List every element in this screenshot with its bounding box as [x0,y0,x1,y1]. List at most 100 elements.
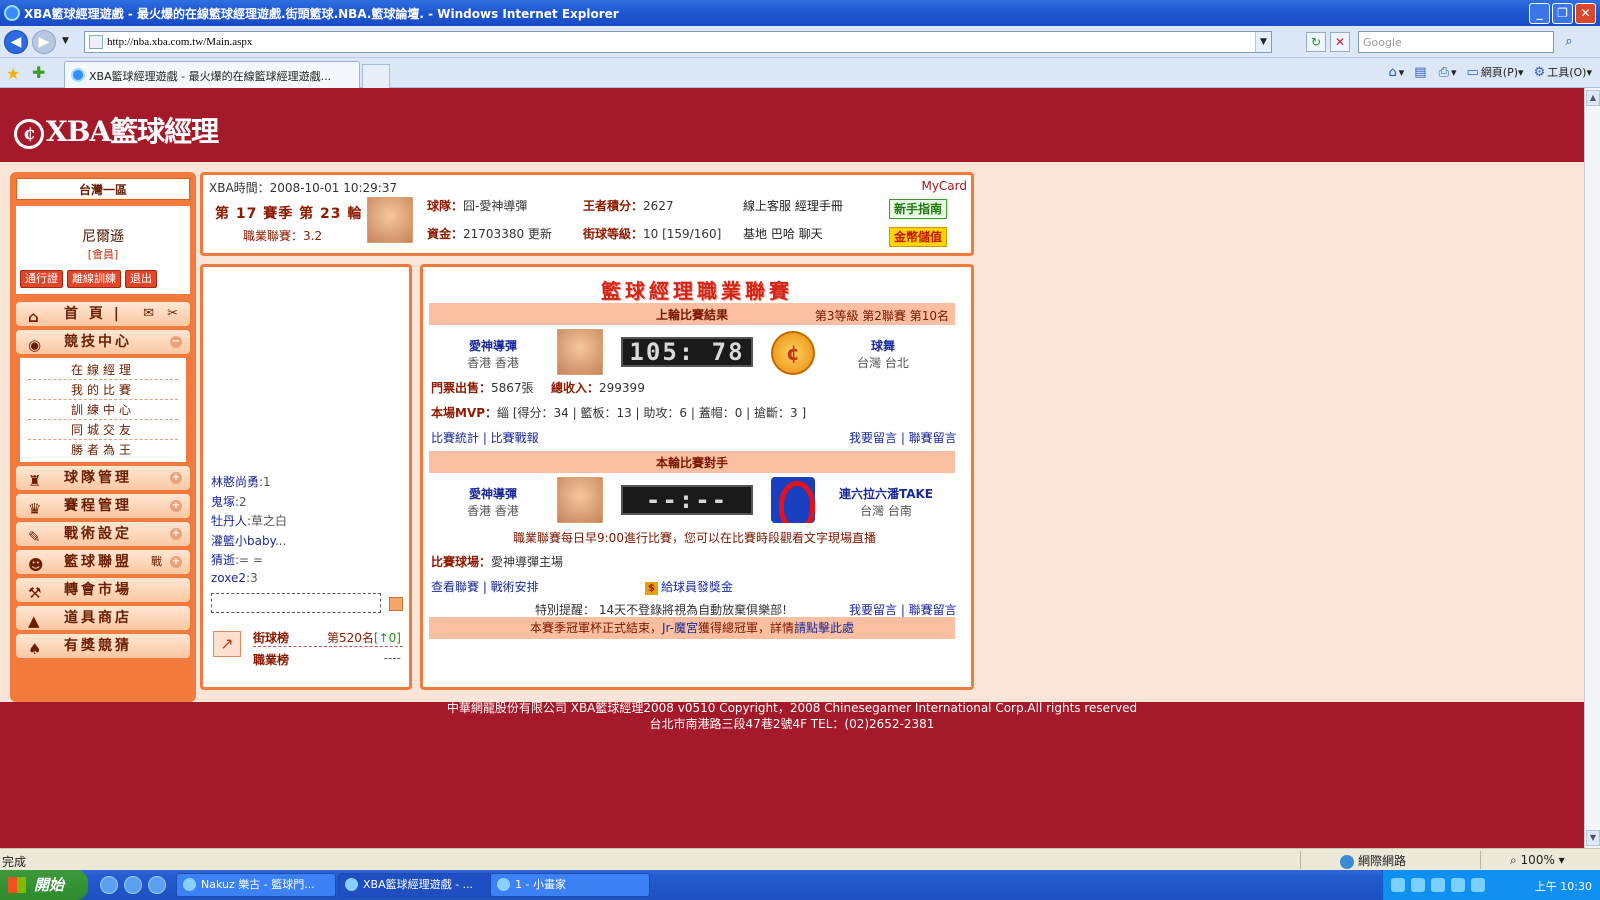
tray-icon[interactable] [1451,878,1465,892]
tools-menu[interactable]: ⚙ 工具(O)▾ [1534,64,1592,80]
refresh-button[interactable]: ↻ [1306,32,1326,52]
menu-tactics[interactable]: ✎ 戰術設定 + [16,522,190,546]
king-points: 王者積分：2627 [583,199,674,213]
collapse-icon[interactable]: − [170,336,182,348]
search-input[interactable]: Google [1358,31,1554,53]
chat-send-icon[interactable] [389,597,403,611]
task-paint[interactable]: 1 - 小畫家 [490,873,650,897]
details-link[interactable]: 請點擊此處 [794,621,854,635]
new-tab-button[interactable] [362,64,390,88]
next-home-team[interactable]: 愛神導彈 香港 香港 [453,485,533,519]
expand-icon[interactable]: + [170,472,182,484]
submenu-winner-king[interactable]: 勝者為王 [28,440,178,460]
tab-bar: ★ ✚ XBA籃球經理遊戲 - 最火爆的在線籃球經理遊戲... ⌂ ▾ ▤ ⎙ ▾ … [0,58,1600,88]
task-nakuz[interactable]: Nakuz 樂古 - 籃球門... [176,873,336,897]
ie-icon [4,5,20,21]
back-button[interactable]: ◀ [4,30,28,54]
feeds-icon[interactable]: ▤ [1414,65,1428,80]
scroll-up-icon[interactable]: ▲ [1586,90,1600,106]
next-score: --:-- [621,485,753,515]
last-home-team[interactable]: 愛神導彈 香港 香港 [453,337,533,371]
print-icon[interactable]: ⎙ ▾ [1439,65,1457,80]
search-icon[interactable]: ⌕ [1558,32,1580,52]
tray-icon[interactable] [1431,878,1445,892]
maximize-button[interactable]: ❐ [1552,3,1573,24]
pro-ranking[interactable]: 職業榜 ---- [253,651,403,668]
menu-transfer-market[interactable]: ⚒ 轉會市場 [16,578,190,602]
logo-mark-icon: ¢ [14,118,44,149]
menu-item-shop[interactable]: ▲ 道具商店 [16,606,190,630]
tray-icon[interactable] [1411,878,1425,892]
passport-button[interactable]: 通行證 [20,270,63,288]
newbie-guide-button[interactable]: 新手指南 [889,199,947,219]
page-viewport: ¢ XBA籃球經理 台灣一區 尼爾遜 [會員] 通行證 離線訓練 退出 ⌂ 首 頁… [0,88,1584,848]
last-away-team[interactable]: 球舞 台灣 台北 [843,337,923,371]
globe-icon [1340,854,1354,869]
tray-icon[interactable] [1391,878,1405,892]
street-level: 街球等級：10 [159/160] [583,227,722,241]
history-dropdown-icon[interactable]: ▼ [62,36,69,46]
tools-icon[interactable]: ✂ [167,302,178,326]
start-button[interactable]: 開始 [0,870,88,900]
mycard-link[interactable]: MyCard [921,179,967,193]
street-ranking[interactable]: 街球榜 第520名[↑0] [253,629,403,647]
quicklaunch-ie-icon[interactable] [124,876,142,894]
menu-arena[interactable]: ◉ 競技中心 − [16,330,190,354]
security-zone[interactable]: 網際網路 [1340,852,1406,869]
mail-icon[interactable]: ✉ [143,302,154,326]
close-button[interactable]: ✕ [1575,3,1596,24]
expand-icon[interactable]: + [170,556,182,568]
submenu-training-center[interactable]: 訓練中心 [28,400,178,420]
site-logo[interactable]: ¢ XBA籃球經理 [14,110,219,150]
champion-link[interactable]: Jr-魔宮 [662,621,698,635]
match-stats-links[interactable]: 比賽統計 | 比賽戰報 [431,429,539,446]
quicklaunch-icon[interactable] [148,876,166,894]
chat-message: 猜逝:= = [211,553,263,568]
favorites-star-icon[interactable]: ★ [6,64,20,83]
menu-league[interactable]: ☻ 籃球聯盟 戰 + [16,550,190,574]
message-links[interactable]: 我要留言 | 聯賽留言 [849,429,957,446]
menu-home[interactable]: ⌂ 首 頁 | ✉ ✂ [16,302,190,326]
info-panel: XBA時間：2008-10-01 10:29:37 MyCard 第 17 賽季… [200,172,974,256]
submenu-my-matches[interactable]: 我的比賽 [28,380,178,400]
url-text[interactable]: http://nba.xba.com.tw/Main.aspx [107,36,252,48]
stop-button[interactable]: ✕ [1330,32,1350,52]
url-dropdown-icon[interactable]: ▼ [1255,32,1271,52]
tray-icon[interactable] [1471,878,1485,892]
zoom-level[interactable]: ⌕ 100% ▾ [1510,853,1565,868]
logout-button[interactable]: 退出 [125,270,157,288]
pro-league-level: 職業聯賽：3.2 [243,229,323,243]
quicklaunch-icon[interactable] [100,876,118,894]
funds-info: 資金：21703380 更新 [427,227,552,241]
expand-icon[interactable]: + [170,528,182,540]
taskbar: 開始 Nakuz 樂古 - 籃球門... XBA籃球經理遊戲 - ... 1 -… [0,870,1600,900]
menu-schedule-management[interactable]: ♛ 賽程管理 + [16,494,190,518]
offline-training-button[interactable]: 離線訓練 [67,270,121,288]
chat-messages: 林憨尚勇:1 鬼塚:2 牡丹人:草之白 灌籃小baby... 猜逝:= = zo… [211,473,287,591]
menu-quiz[interactable]: ♠ 有獎競猜 [16,634,190,658]
task-xba[interactable]: XBA籃球經理遊戲 - ... [338,873,498,897]
chat-input[interactable] [211,593,381,613]
tab-xba[interactable]: XBA籃球經理遊戲 - 最火爆的在線籃球經理遊戲... [64,61,360,88]
opponent-logo: ¢ [771,331,815,375]
url-input[interactable]: http://nba.xba.com.tw/Main.aspx ▼ [84,31,1272,53]
community-links[interactable]: 基地 巴哈 聊天 [743,225,823,242]
next-away-team[interactable]: 連六拉六潘TAKE 台灣 台南 [831,485,941,519]
support-links[interactable]: 線上客服 經理手冊 [743,197,843,214]
vertical-scrollbar[interactable]: ▲ ▼ [1584,88,1600,848]
add-favorites-icon[interactable]: ✚ [32,63,45,82]
page-menu[interactable]: ▭ 網頁(P)▾ [1467,64,1524,80]
message-links-2[interactable]: 我要留言 | 聯賽留言 [849,601,957,618]
minimize-button[interactable]: _ [1529,3,1550,24]
expand-icon[interactable]: + [170,500,182,512]
submenu-online-managers[interactable]: 在線經理 [28,360,178,380]
scroll-down-icon[interactable]: ▼ [1586,830,1600,846]
gold-topup-button[interactable]: 金幣儲值 [889,227,947,247]
submenu-local-friends[interactable]: 同城交友 [28,420,178,440]
spade-icon: ♠ [28,640,42,658]
player-bonus-link[interactable]: $ 給球員發獎金 [645,578,733,595]
menu-team-management[interactable]: ♜ 球隊管理 + [16,466,190,490]
home-icon[interactable]: ⌂ ▾ [1388,65,1404,80]
league-view-links[interactable]: 查看聯賽 | 戰術安排 [431,578,539,595]
forward-button[interactable]: ▶ [32,30,56,54]
